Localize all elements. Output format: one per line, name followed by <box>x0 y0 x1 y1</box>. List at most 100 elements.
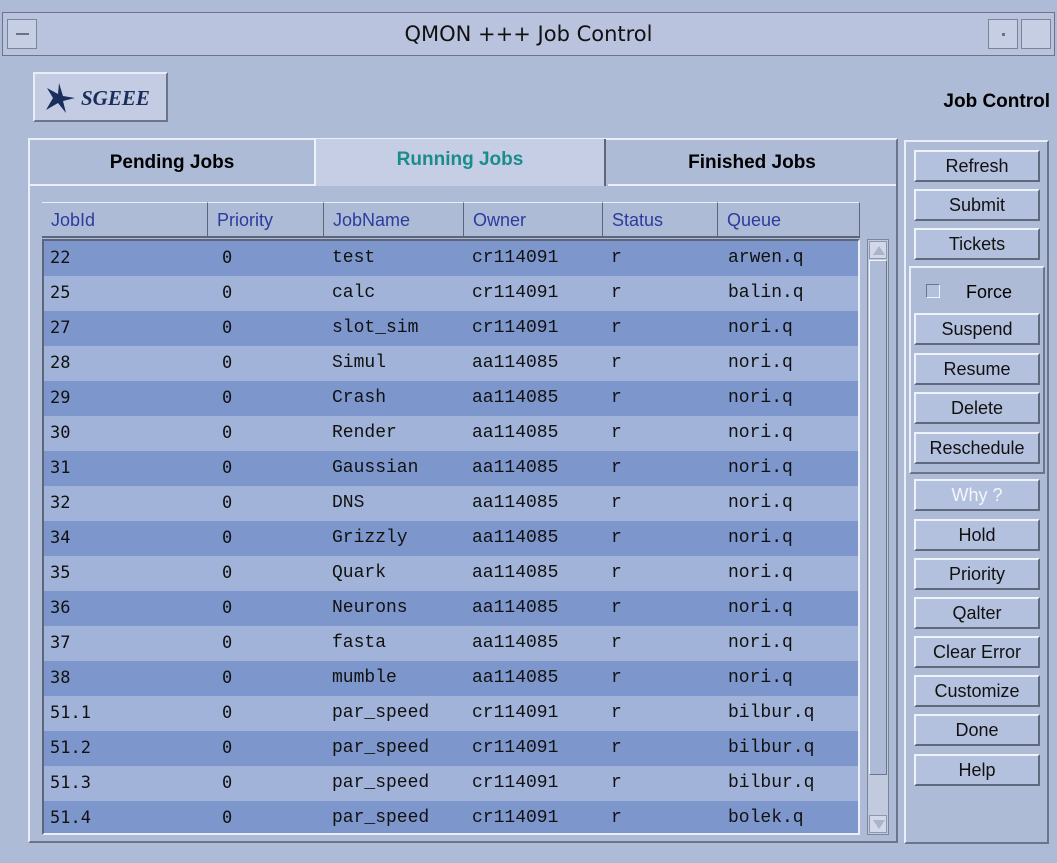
table-row[interactable]: 38 0 mumble aa114085 r nori.q <box>44 661 858 696</box>
column-header-queue[interactable]: Queue <box>718 202 860 238</box>
resume-button[interactable]: Resume <box>914 353 1040 385</box>
maximize-button[interactable] <box>1021 19 1051 49</box>
table-row[interactable]: 35 0 Quark aa114085 r nori.q <box>44 556 858 591</box>
tickets-button[interactable]: Tickets <box>914 228 1040 260</box>
cell-queue: nori.q <box>728 563 793 583</box>
cell-priority: 0 <box>222 388 233 408</box>
scroll-up-arrow-icon[interactable] <box>869 241 887 259</box>
table-row[interactable]: 51.1 0 par_speed cr114091 r bilbur.q <box>44 696 858 731</box>
cell-priority: 0 <box>222 563 233 583</box>
cell-jobid: 36 <box>50 598 71 618</box>
cell-priority: 0 <box>222 493 233 513</box>
table-row[interactable]: 51.3 0 par_speed cr114091 r bilbur.q <box>44 766 858 801</box>
column-header-jobid[interactable]: JobId <box>42 202 208 238</box>
submit-button[interactable]: Submit <box>914 189 1040 221</box>
cell-jobname: par_speed <box>332 703 430 723</box>
column-header-status[interactable]: Status <box>603 202 718 238</box>
cell-priority: 0 <box>222 703 233 723</box>
tab-finished-jobs[interactable]: Finished Jobs <box>608 142 896 186</box>
scroll-down-arrow-icon[interactable] <box>869 815 887 833</box>
cell-priority: 0 <box>222 738 233 758</box>
cell-priority: 0 <box>222 668 233 688</box>
cell-queue: nori.q <box>728 353 793 373</box>
column-header-jobname[interactable]: JobName <box>324 202 464 238</box>
help-button[interactable]: Help <box>914 754 1040 786</box>
header-title: Job Control <box>943 91 1050 112</box>
done-button[interactable]: Done <box>914 714 1040 746</box>
cell-priority: 0 <box>222 353 233 373</box>
cell-jobname: Grizzly <box>332 528 408 548</box>
table-row[interactable]: 28 0 Simul aa114085 r nori.q <box>44 346 858 381</box>
cell-status: r <box>611 388 622 408</box>
minimize-button[interactable] <box>988 19 1018 49</box>
cell-owner: aa114085 <box>472 388 559 408</box>
cell-owner: aa114085 <box>472 668 559 688</box>
cell-queue: bilbur.q <box>728 738 815 758</box>
cell-jobname: Render <box>332 423 397 443</box>
cell-jobid: 27 <box>50 318 71 338</box>
cell-priority: 0 <box>222 248 233 268</box>
cell-priority: 0 <box>222 808 233 828</box>
cell-jobid: 35 <box>50 563 71 583</box>
cell-jobid: 31 <box>50 458 71 478</box>
vertical-scrollbar[interactable] <box>867 239 889 835</box>
why-button[interactable]: Why ? <box>914 479 1040 511</box>
table-row[interactable]: 51.4 0 par_speed cr114091 r bolek.q <box>44 801 858 833</box>
cell-queue: nori.q <box>728 493 793 513</box>
table-row[interactable]: 29 0 Crash aa114085 r nori.q <box>44 381 858 416</box>
running-jobs-table: JobId Priority JobName Owner Status Queu… <box>42 202 890 835</box>
cell-status: r <box>611 808 622 828</box>
cell-status: r <box>611 738 622 758</box>
tab-pending-jobs[interactable]: Pending Jobs <box>30 142 314 186</box>
cell-queue: nori.q <box>728 528 793 548</box>
cell-jobid: 28 <box>50 353 71 373</box>
cell-status: r <box>611 353 622 373</box>
cell-jobname: par_speed <box>332 773 430 793</box>
cell-jobid: 22 <box>50 248 71 268</box>
table-row[interactable]: 37 0 fasta aa114085 r nori.q <box>44 626 858 661</box>
cell-priority: 0 <box>222 423 233 443</box>
cell-owner: cr114091 <box>472 703 559 723</box>
table-row[interactable]: 51.2 0 par_speed cr114091 r bilbur.q <box>44 731 858 766</box>
cell-priority: 0 <box>222 633 233 653</box>
table-row[interactable]: 32 0 DNS aa114085 r nori.q <box>44 486 858 521</box>
column-header-priority[interactable]: Priority <box>208 202 324 238</box>
column-header-owner[interactable]: Owner <box>464 202 603 238</box>
hold-button[interactable]: Hold <box>914 519 1040 551</box>
logo-text: SGEEE <box>81 86 150 110</box>
cell-jobid: 34 <box>50 528 71 548</box>
table-row[interactable]: 25 0 calc cr114091 r balin.q <box>44 276 858 311</box>
cell-jobname: fasta <box>332 633 387 653</box>
scrollbar-thumb[interactable] <box>869 260 887 775</box>
table-row[interactable]: 27 0 slot_sim cr114091 r nori.q <box>44 311 858 346</box>
cell-status: r <box>611 423 622 443</box>
clear-error-button[interactable]: Clear Error <box>914 636 1040 668</box>
cell-status: r <box>611 283 622 303</box>
table-row[interactable]: 30 0 Render aa114085 r nori.q <box>44 416 858 451</box>
cell-owner: cr114091 <box>472 773 559 793</box>
refresh-button[interactable]: Refresh <box>914 150 1040 182</box>
cell-jobname: test <box>332 248 376 268</box>
tab-running-jobs[interactable]: Running Jobs <box>314 139 606 186</box>
table-row[interactable]: 36 0 Neurons aa114085 r nori.q <box>44 591 858 626</box>
delete-button[interactable]: Delete <box>914 392 1040 424</box>
cell-jobname: Neurons <box>332 598 408 618</box>
qalter-button[interactable]: Qalter <box>914 597 1040 629</box>
cell-owner: cr114091 <box>472 808 559 828</box>
reschedule-button[interactable]: Reschedule <box>914 432 1040 464</box>
cell-jobname: DNS <box>332 493 365 513</box>
title-bar[interactable]: QMON +++ Job Control <box>2 12 1055 56</box>
suspend-button[interactable]: Suspend <box>914 313 1040 345</box>
cell-queue: bilbur.q <box>728 703 815 723</box>
cell-priority: 0 <box>222 528 233 548</box>
customize-button[interactable]: Customize <box>914 675 1040 707</box>
table-row[interactable]: 31 0 Gaussian aa114085 r nori.q <box>44 451 858 486</box>
table-row[interactable]: 22 0 test cr114091 r arwen.q <box>44 241 858 276</box>
table-row[interactable]: 34 0 Grizzly aa114085 r nori.q <box>44 521 858 556</box>
force-checkbox-box[interactable] <box>926 284 940 298</box>
cell-status: r <box>611 318 622 338</box>
cell-queue: nori.q <box>728 458 793 478</box>
cell-status: r <box>611 493 622 513</box>
bird-icon <box>46 83 75 113</box>
priority-button[interactable]: Priority <box>914 558 1040 590</box>
